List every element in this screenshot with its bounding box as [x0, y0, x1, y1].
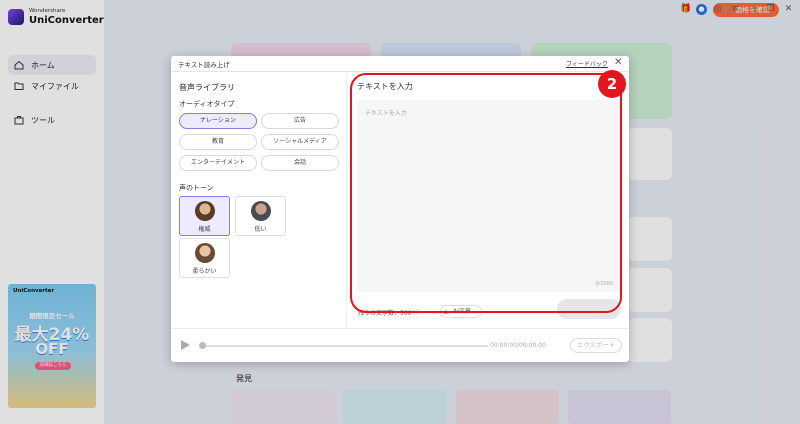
avatar	[195, 201, 215, 221]
audio-player: 00:00:00/00:00:00 エクスポート	[171, 328, 629, 362]
play-icon[interactable]	[181, 340, 190, 350]
audio-type-title: オーディオタイプ	[179, 100, 235, 108]
audio-type-entertainment[interactable]: エンターテイメント	[179, 155, 257, 171]
feedback-link[interactable]: フィードバック	[566, 59, 608, 68]
avatar	[195, 243, 215, 263]
highlight-box	[350, 73, 622, 313]
tone-low[interactable]: 低い	[235, 196, 286, 236]
seek-handle[interactable]	[199, 342, 206, 349]
seek-bar[interactable]	[203, 345, 488, 347]
audio-type-narration[interactable]: ナレーション	[179, 113, 257, 129]
audio-type-ad[interactable]: 広告	[261, 113, 339, 129]
avatar	[251, 201, 271, 221]
audio-type-social[interactable]: ソーシャルメディア	[261, 134, 339, 150]
tone-authority[interactable]: 権威	[179, 196, 230, 236]
voice-library-panel: 音声ライブラリ オーディオタイプ ナレーション 広告 教育 ソーシャルメディア …	[171, 72, 347, 328]
step-badge: 2	[598, 70, 626, 98]
dialog-header: テキスト読み上げ フィードバック ✕	[171, 56, 629, 72]
tone-title: 声のトーン	[179, 184, 214, 192]
audio-type-conversation[interactable]: 会話	[261, 155, 339, 171]
tone-label: 権威	[198, 226, 211, 233]
tone-soft[interactable]: 柔らかい	[179, 238, 230, 278]
export-button[interactable]: エクスポート	[570, 338, 622, 353]
time-readout: 00:00:00/00:00:00	[490, 342, 546, 349]
tone-label: 柔らかい	[192, 268, 217, 275]
audio-type-education[interactable]: 教育	[179, 134, 257, 150]
discover-title: 発見	[236, 374, 252, 383]
dialog-title: テキスト読み上げ	[178, 61, 230, 69]
library-title: 音声ライブラリ	[179, 83, 235, 92]
tone-label: 低い	[254, 226, 267, 233]
close-icon[interactable]: ✕	[614, 57, 622, 68]
